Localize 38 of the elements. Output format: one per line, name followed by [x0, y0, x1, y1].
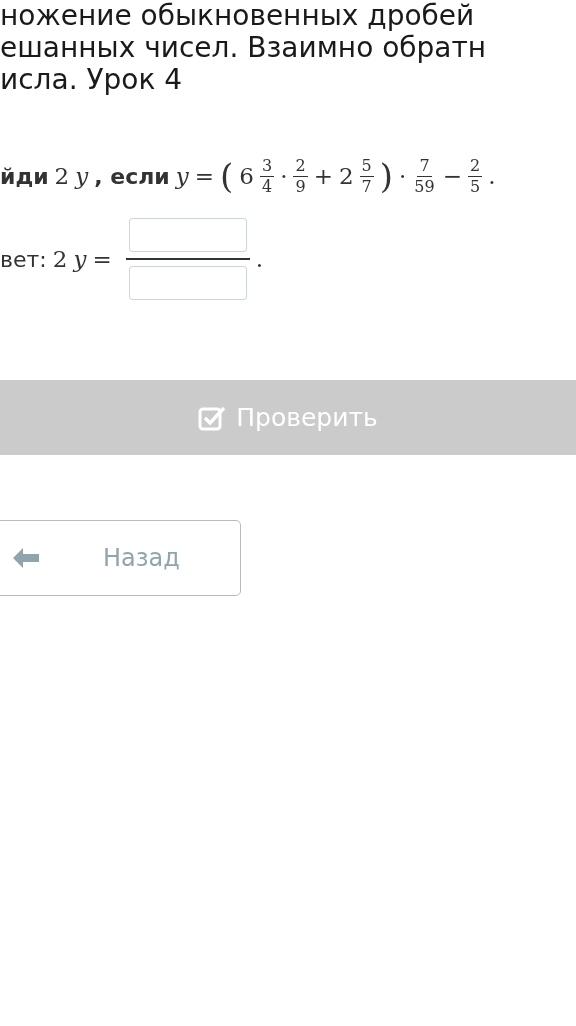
math-operator: +: [313, 163, 333, 189]
math-operator: ·: [280, 163, 288, 189]
task-text: , если: [94, 163, 170, 189]
lesson-title: исла. Урок 4: [0, 64, 184, 96]
lesson-title: ножение обыкновенных дробей: [0, 0, 476, 32]
math-operator: =: [92, 246, 112, 272]
math-operator: =: [194, 163, 215, 189]
math-operator: ·: [399, 163, 407, 189]
denominator: 59: [413, 176, 436, 197]
math-variable: y: [75, 163, 89, 189]
back-button[interactable]: Назад: [0, 520, 241, 596]
math-operator: −: [442, 163, 462, 189]
numerator: 7: [417, 155, 432, 177]
math-number: 2: [52, 246, 68, 272]
math-parenthesis: ): [379, 156, 393, 196]
numerator-field[interactable]: [128, 218, 247, 252]
denominator: 9: [294, 176, 307, 197]
denominator: 7: [360, 176, 373, 197]
math-number: 6: [239, 163, 254, 189]
math-number: 2: [54, 163, 70, 189]
math-variable: y: [175, 163, 189, 189]
denominator-field[interactable]: [128, 266, 247, 300]
math-operator: .: [488, 163, 496, 189]
numerator: 2: [293, 155, 308, 177]
numerator: 2: [467, 155, 483, 177]
numerator: 3: [259, 155, 275, 177]
math-number: 2: [338, 163, 354, 189]
denominator: 5: [468, 176, 482, 197]
denominator: 4: [260, 176, 274, 197]
arrow-left-icon: [11, 547, 41, 569]
lesson-title: ешанных чисел. Взаимно обратн: [0, 32, 488, 64]
math-parenthesis: (: [220, 156, 234, 196]
math-variable: y: [73, 246, 87, 272]
math-operator: .: [255, 246, 263, 272]
numerator: 5: [359, 155, 374, 177]
answer-label: вет:: [0, 246, 47, 272]
checkbox-icon: [198, 404, 227, 431]
task-text: йди: [0, 163, 49, 189]
